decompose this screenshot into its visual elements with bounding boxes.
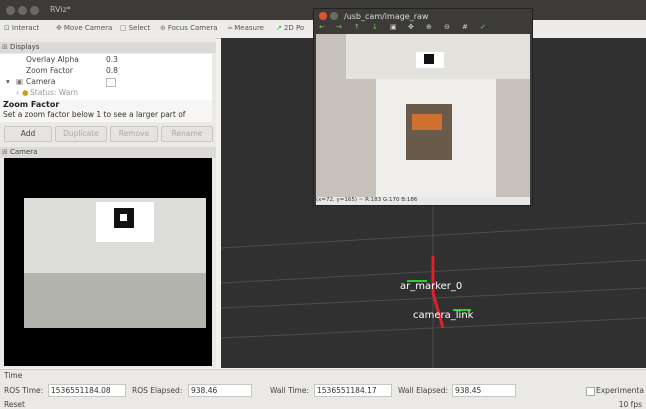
camera-icon: ▣ bbox=[16, 77, 24, 86]
tool-measure[interactable]: ═ Measure bbox=[228, 24, 264, 32]
camera-view[interactable] bbox=[4, 158, 212, 366]
expand-arrow-icon[interactable]: ▾ bbox=[6, 77, 10, 86]
close-window-button[interactable] bbox=[6, 6, 15, 15]
pan-icon[interactable]: ✥ bbox=[408, 23, 414, 31]
warning-icon: ● bbox=[22, 88, 29, 97]
camera-image bbox=[24, 198, 206, 328]
description-text: Set a zoom factor below 1 to see a large… bbox=[3, 110, 186, 119]
frame-label-ar-marker: ar_marker_0 bbox=[400, 281, 463, 292]
camera-enable-checkbox[interactable] bbox=[106, 78, 116, 87]
back-arrow-icon[interactable]: ← bbox=[319, 23, 325, 31]
left-panel: ⊞ Displays Overlay Alpha 0.3 Zoom Factor … bbox=[0, 38, 216, 368]
maximize-window-button[interactable] bbox=[30, 6, 39, 15]
frame-label-camera-link: camera_link bbox=[413, 310, 474, 321]
remove-button[interactable]: Remove bbox=[110, 126, 158, 142]
property-description: Zoom Factor Set a zoom factor below 1 to… bbox=[0, 100, 212, 122]
time-panel-title: Time bbox=[4, 371, 23, 380]
robot-image bbox=[406, 104, 452, 160]
minimize-window-button[interactable] bbox=[18, 6, 27, 15]
ros-elapsed-label: ROS Elapsed: bbox=[132, 386, 183, 395]
window-title: RViz* bbox=[50, 5, 71, 14]
displays-tree[interactable]: Overlay Alpha 0.3 Zoom Factor 0.8 ▾ ▣ Ca… bbox=[0, 54, 212, 102]
experimental-checkbox[interactable] bbox=[586, 387, 595, 396]
grid-icon[interactable]: # bbox=[462, 23, 468, 31]
arrow-icon: ↗ bbox=[276, 24, 282, 32]
tool-focus-camera[interactable]: ⊕ Focus Camera bbox=[160, 24, 218, 32]
tool-2d-pose[interactable]: ↗ 2D Po bbox=[276, 24, 304, 32]
zoom-in-icon[interactable]: ⊕ bbox=[426, 23, 432, 31]
down-arrow-icon[interactable]: ↓ bbox=[372, 23, 378, 31]
wall-elapsed-field[interactable]: 938.45 bbox=[452, 384, 516, 397]
check-icon[interactable]: ✓ bbox=[480, 23, 486, 31]
select-icon: □ bbox=[120, 24, 127, 32]
focus-camera-icon: ⊕ bbox=[160, 24, 166, 32]
fps-counter: 10 fps bbox=[618, 400, 642, 409]
duplicate-button[interactable]: Duplicate bbox=[55, 126, 107, 142]
statusbar: Reset 10 fps bbox=[0, 399, 646, 409]
measure-icon: ═ bbox=[228, 24, 233, 32]
save-icon[interactable]: ▣ bbox=[390, 23, 397, 31]
rename-button[interactable]: Rename bbox=[161, 126, 213, 142]
add-button[interactable]: Add bbox=[4, 126, 52, 142]
time-panel: Time ROS Time: 1536551184.08 ROS Elapsed… bbox=[0, 369, 646, 400]
forward-arrow-icon[interactable]: → bbox=[336, 23, 342, 31]
image-view-window[interactable]: /usb_cam/image_raw ← → ↑ ↓ ▣ ✥ ⊕ ⊖ # ✓ (… bbox=[313, 8, 533, 206]
image-window-toolbar: ← → ↑ ↓ ▣ ✥ ⊕ ⊖ # ✓ bbox=[314, 23, 532, 33]
close-window-button[interactable] bbox=[319, 12, 327, 20]
description-title: Zoom Factor bbox=[3, 100, 60, 109]
minimize-window-button[interactable] bbox=[330, 12, 338, 20]
ros-elapsed-field[interactable]: 938.46 bbox=[188, 384, 252, 397]
tool-select[interactable]: □ Select bbox=[120, 24, 150, 32]
expand-arrow-icon[interactable]: › bbox=[16, 88, 19, 97]
wall-time-field[interactable]: 1536551184.17 bbox=[314, 384, 392, 397]
interact-icon: ⊡ bbox=[4, 24, 10, 32]
displays-panel-header: ⊞ Displays bbox=[0, 42, 216, 53]
camera-raw-image bbox=[316, 34, 530, 197]
zoom-out-icon[interactable]: ⊖ bbox=[444, 23, 450, 31]
ar-marker-image bbox=[424, 54, 434, 64]
ros-time-label: ROS Time: bbox=[4, 386, 44, 395]
table-surface bbox=[24, 273, 206, 328]
experimental-label: Experimenta bbox=[596, 386, 644, 395]
wall-time-label: Wall Time: bbox=[270, 386, 309, 395]
up-arrow-icon[interactable]: ↑ bbox=[354, 23, 360, 31]
image-status-text: (x=72, y=165) ~ R:183 G:170 B:186 bbox=[316, 197, 530, 205]
ar-marker-image bbox=[114, 208, 134, 228]
reset-button[interactable]: Reset bbox=[4, 400, 25, 409]
panel-icon: ⊞ bbox=[2, 43, 8, 51]
ros-time-field[interactable]: 1536551184.08 bbox=[48, 384, 126, 397]
camera-panel-header: ⊞ Camera bbox=[0, 147, 216, 158]
move-camera-icon: ✥ bbox=[56, 24, 62, 32]
tool-interact[interactable]: ⊡ Interact bbox=[4, 24, 39, 32]
tool-move-camera[interactable]: ✥ Move Camera bbox=[56, 24, 112, 32]
panel-icon: ⊞ bbox=[2, 148, 8, 156]
image-window-title: /usb_cam/image_raw bbox=[344, 12, 429, 21]
wall-elapsed-label: Wall Elapsed: bbox=[398, 386, 449, 395]
